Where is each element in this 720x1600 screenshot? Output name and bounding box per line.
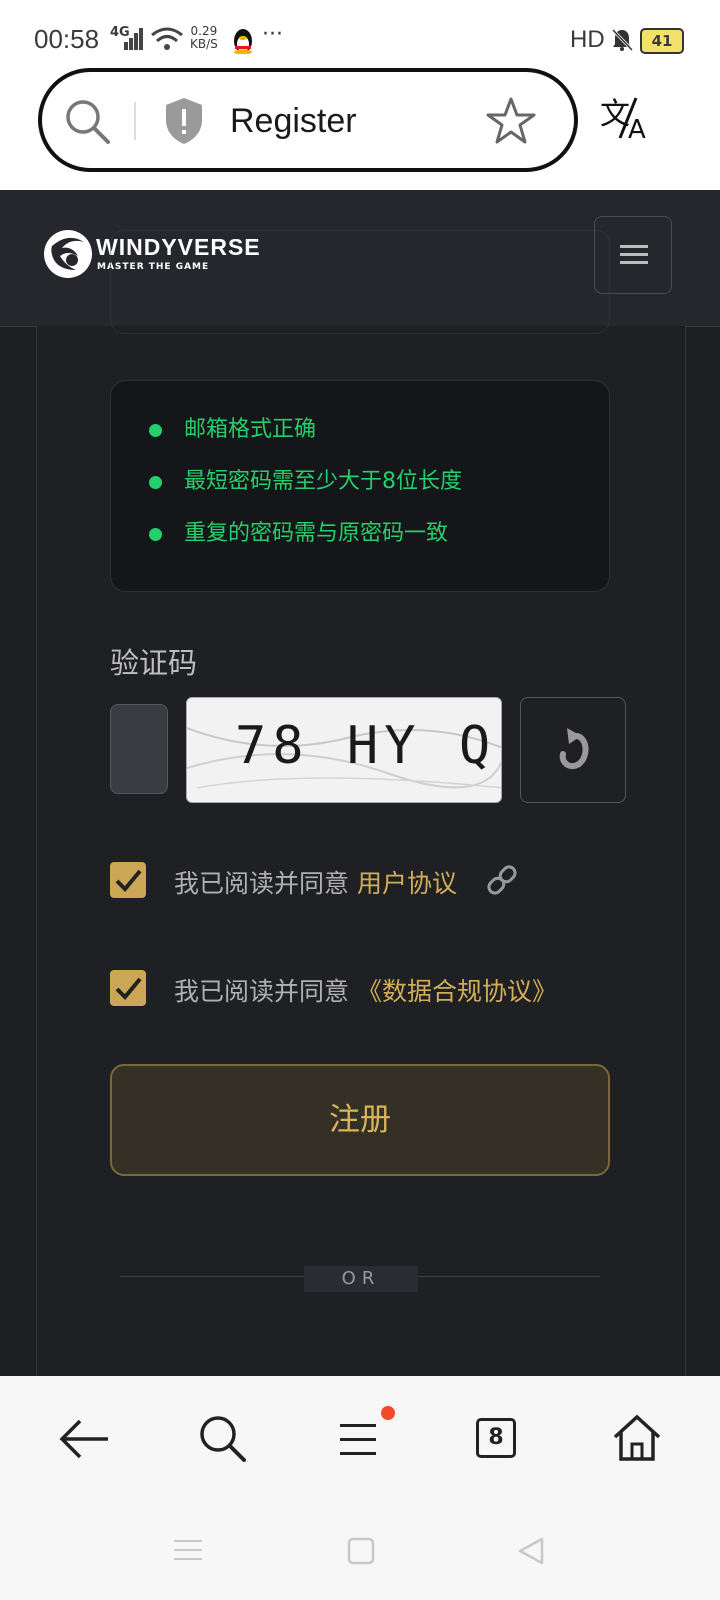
rule-check-dot <box>149 475 162 489</box>
captcha-code: 78 HY Q <box>235 716 497 776</box>
svg-text:A: A <box>628 115 646 142</box>
user-agreement-checkbox[interactable] <box>110 862 146 898</box>
star-icon[interactable] <box>486 96 536 146</box>
system-back-icon[interactable] <box>516 1536 546 1566</box>
rule-item: 最短密码需至少大于8位长度 <box>149 463 462 495</box>
status-bar: 00:58 4G 0.29 KB/S ··· HD 41 <box>0 0 720 66</box>
notification-dot <box>381 1406 395 1420</box>
rule-check-dot <box>149 527 162 541</box>
qq-penguin-icon <box>234 29 252 54</box>
security-shield-icon[interactable] <box>162 96 206 146</box>
page-title: Register <box>230 102 357 140</box>
hd-indicator: HD <box>570 26 605 53</box>
user-agreement-row: 我已阅读并同意 用户协议 <box>174 869 457 898</box>
home-button-icon[interactable] <box>346 1536 376 1566</box>
menu-icon[interactable] <box>338 1420 382 1460</box>
bell-muted-icon <box>611 28 633 52</box>
browser-bottom-nav <box>0 1376 720 1600</box>
status-time: 00:58 <box>34 24 100 54</box>
refresh-icon <box>559 728 589 770</box>
search-icon[interactable] <box>64 98 112 146</box>
captcha-refresh-button[interactable] <box>520 697 626 803</box>
back-arrow-icon[interactable] <box>58 1416 112 1462</box>
recent-apps-icon[interactable] <box>172 1536 204 1564</box>
data-agreement-row: 我已阅读并同意 《数据合规协议》 <box>174 977 557 1006</box>
divider <box>134 102 136 140</box>
register-button[interactable]: 注册 <box>110 1064 610 1176</box>
captcha-label: 验证码 <box>110 646 198 680</box>
checkmark-icon <box>115 869 142 892</box>
rule-item: 邮箱格式正确 <box>149 411 316 443</box>
password-rules-panel: 邮箱格式正确 最短密码需至少大于8位长度 重复的密码需与原密码一致 <box>110 380 610 592</box>
user-agreement-link[interactable]: 用户协议 <box>357 869 457 898</box>
checkmark-icon <box>115 977 142 1000</box>
captcha-input[interactable] <box>110 704 168 794</box>
windyverse-logo-icon[interactable] <box>42 226 94 282</box>
wifi-icon <box>151 27 183 50</box>
data-agreement-checkbox[interactable] <box>110 970 146 1006</box>
hamburger-icon <box>620 245 648 264</box>
link-icon[interactable] <box>484 862 520 898</box>
rule-item: 重复的密码需与原密码一致 <box>149 515 448 547</box>
or-divider-label: OR <box>304 1266 418 1292</box>
translate-icon[interactable]: 文 A <box>598 94 654 142</box>
battery-indicator: 41 <box>640 28 684 54</box>
more-notifications: ··· <box>262 22 283 47</box>
rule-check-dot <box>149 423 162 437</box>
captcha-image[interactable]: 78 HY Q <box>186 697 502 803</box>
address-bar[interactable]: Register <box>38 68 578 172</box>
network-speed: 0.29 KB/S <box>190 24 218 51</box>
data-agreement-link[interactable]: 《数据合规协议》 <box>357 977 557 1006</box>
tabs-button[interactable]: 8 <box>476 1418 516 1458</box>
repeat-password-field-partial[interactable] <box>110 230 610 334</box>
signal-icon <box>124 28 143 50</box>
home-icon[interactable] <box>612 1414 662 1462</box>
search-icon[interactable] <box>198 1414 248 1464</box>
